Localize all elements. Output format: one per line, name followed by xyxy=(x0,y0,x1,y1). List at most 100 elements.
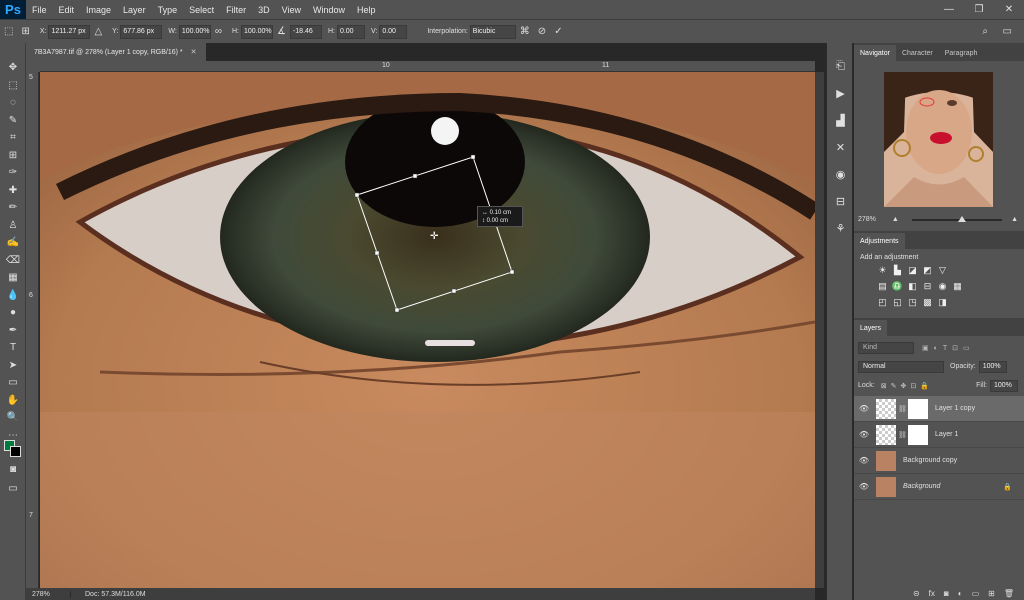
angle-field[interactable]: -18.46 xyxy=(289,24,322,39)
visibility-eye-icon[interactable]: 👁 xyxy=(854,404,874,413)
menu-type[interactable]: Type xyxy=(152,5,184,15)
visibility-eye-icon[interactable]: 👁 xyxy=(854,430,874,439)
navigator-zoom-slider[interactable] xyxy=(912,219,1002,221)
vertical-ruler[interactable]: 5 6 7 xyxy=(26,72,39,588)
ra-plugin-icon[interactable]: ◉ xyxy=(827,161,854,188)
healing-tool-icon[interactable]: ✚ xyxy=(0,182,26,200)
navigator-thumbnail[interactable] xyxy=(884,72,993,207)
channel-mixer-icon[interactable]: ◉ xyxy=(936,280,949,293)
stamp-tool-icon[interactable]: ♙ xyxy=(0,217,26,235)
curves-icon[interactable]: ◪ xyxy=(906,264,919,277)
marquee-tool-icon[interactable]: ⬚ xyxy=(0,77,26,95)
x-position-field[interactable]: 1211.27 px xyxy=(48,24,91,39)
tab-adjustments[interactable]: Adjustments xyxy=(854,233,905,249)
filter-icons[interactable]: ▣◐T⊡▭ xyxy=(922,344,975,352)
close-tab-icon[interactable]: ✕ xyxy=(191,48,197,56)
new-group-icon[interactable]: ▭ xyxy=(972,589,980,598)
ruler-corner[interactable] xyxy=(26,61,40,72)
lasso-tool-icon[interactable]: ◌ xyxy=(0,94,26,112)
menu-view[interactable]: View xyxy=(276,5,307,15)
link-icon[interactable]: ∞ xyxy=(215,26,222,37)
layer-row[interactable]: 👁 Background 🔒 xyxy=(854,474,1024,500)
move-tool-icon[interactable]: ✥ xyxy=(0,59,26,77)
photo-filter-icon[interactable]: ⊟ xyxy=(921,280,934,293)
vibrance-icon[interactable]: ▽ xyxy=(936,264,949,277)
zoom-tool-icon[interactable]: 🔍 xyxy=(0,409,26,427)
hskew-field[interactable]: 0.00 xyxy=(336,24,365,39)
search-icon[interactable]: ⌕ xyxy=(982,26,988,37)
levels-icon[interactable]: ▙ xyxy=(891,264,904,277)
eyedropper-tool-icon[interactable]: ✑ xyxy=(0,164,26,182)
screen-mode-icon[interactable]: ▭ xyxy=(0,480,26,498)
close-window-button[interactable]: ✕ xyxy=(994,0,1024,19)
opacity-field[interactable]: 100% xyxy=(978,360,1007,373)
layer-row[interactable]: 👁 ⛓ Layer 1 xyxy=(854,422,1024,448)
type-tool-icon[interactable]: T xyxy=(0,339,26,357)
delta-icon[interactable]: △ xyxy=(94,26,102,37)
zoom-in-icon[interactable]: ▲ xyxy=(1011,216,1018,223)
color-lookup-icon[interactable]: ▦ xyxy=(951,280,964,293)
document-tab[interactable]: 7B3A7987.tif @ 278% (Layer 1 copy, RGB/1… xyxy=(26,43,206,61)
filter-kind-select[interactable]: Kind xyxy=(858,341,914,354)
brush-presets-icon[interactable]: ⚘ xyxy=(827,215,854,242)
cancel-transform-icon[interactable]: ⊘ xyxy=(538,26,546,37)
menu-window[interactable]: Window xyxy=(307,5,351,15)
status-zoom[interactable]: 278% xyxy=(26,590,71,598)
transform-tool-icon[interactable]: ⬚ xyxy=(4,26,13,37)
trash-icon[interactable]: 🗑 xyxy=(1004,589,1014,598)
menu-3d[interactable]: 3D xyxy=(252,5,276,15)
frame-tool-icon[interactable]: ⊞ xyxy=(0,147,26,165)
new-layer-icon[interactable]: ⊞ xyxy=(988,589,995,598)
history-brush-tool-icon[interactable]: ✍ xyxy=(0,234,26,252)
eraser-tool-icon[interactable]: ⌫ xyxy=(0,252,26,270)
quick-select-tool-icon[interactable]: ✎ xyxy=(0,112,26,130)
lock-icon[interactable]: 🔒 xyxy=(1003,483,1012,491)
play-actions-icon[interactable]: ▶ xyxy=(827,80,854,107)
brightness-icon[interactable]: ☀ xyxy=(876,264,889,277)
adjustment-layer-icon[interactable]: ◐ xyxy=(958,589,963,598)
dodge-tool-icon[interactable]: ● xyxy=(0,304,26,322)
menu-select[interactable]: Select xyxy=(183,5,220,15)
commit-transform-icon[interactable]: ✓ xyxy=(554,26,562,37)
tab-layers[interactable]: Layers xyxy=(854,320,888,336)
height-field[interactable]: 100.00% xyxy=(240,24,273,39)
layer-mask-thumbnail[interactable] xyxy=(908,424,928,445)
layer-row[interactable]: 👁 ⛓ Layer 1 copy xyxy=(854,396,1024,422)
lock-icons[interactable]: ⊠✎✥⊡🔒 xyxy=(881,382,933,390)
selective-color-icon[interactable]: ▩ xyxy=(921,296,934,309)
gradient-map-icon[interactable]: ◨ xyxy=(936,296,949,309)
interpolation-select[interactable]: Bicubic xyxy=(469,24,516,39)
zoom-out-icon[interactable]: ▲ xyxy=(892,216,899,223)
menu-file[interactable]: File xyxy=(26,5,53,15)
tab-paragraph[interactable]: Paragraph xyxy=(939,45,984,61)
fill-field[interactable]: 100% xyxy=(990,379,1018,392)
visibility-eye-icon[interactable]: 👁 xyxy=(854,482,874,491)
tab-navigator[interactable]: Navigator xyxy=(854,45,896,61)
color-balance-icon[interactable]: ♎ xyxy=(891,280,904,293)
visibility-eye-icon[interactable]: 👁 xyxy=(854,456,874,465)
tab-character[interactable]: Character xyxy=(896,45,939,61)
hand-tool-icon[interactable]: ✋ xyxy=(0,392,26,410)
navigator-zoom-value[interactable]: 278% xyxy=(858,216,876,223)
libraries-icon[interactable]: ⊟ xyxy=(827,188,854,215)
link-chain-icon[interactable]: ⛓ xyxy=(898,431,907,439)
layer-row[interactable]: 👁 Background copy xyxy=(854,448,1024,474)
gradient-tool-icon[interactable]: ▦ xyxy=(0,269,26,287)
quick-mask-icon[interactable]: ◙ xyxy=(0,461,26,479)
horizontal-ruler[interactable]: 10 11 xyxy=(40,61,815,72)
menu-layer[interactable]: Layer xyxy=(117,5,152,15)
navigator-zoom-knob[interactable] xyxy=(958,216,966,222)
vskew-field[interactable]: 0.00 xyxy=(379,24,408,39)
tools-x-icon[interactable]: ✕ xyxy=(827,134,854,161)
menu-edit[interactable]: Edit xyxy=(53,5,81,15)
link-chain-icon[interactable]: ⛓ xyxy=(898,405,907,413)
blend-mode-select[interactable]: Normal xyxy=(858,360,944,373)
document-canvas[interactable]: ✛ ↔ 0.10 cm ↕ 0.00 cm xyxy=(40,72,815,588)
layer-mask-thumbnail[interactable] xyxy=(908,398,928,419)
menu-filter[interactable]: Filter xyxy=(220,5,252,15)
width-field[interactable]: 100.00% xyxy=(178,24,211,39)
pen-tool-icon[interactable]: ✒ xyxy=(0,322,26,340)
hue-saturation-icon[interactable]: ▤ xyxy=(876,280,889,293)
brush-tool-icon[interactable]: ✏ xyxy=(0,199,26,217)
history-icon[interactable]: ⎗ xyxy=(827,53,854,80)
